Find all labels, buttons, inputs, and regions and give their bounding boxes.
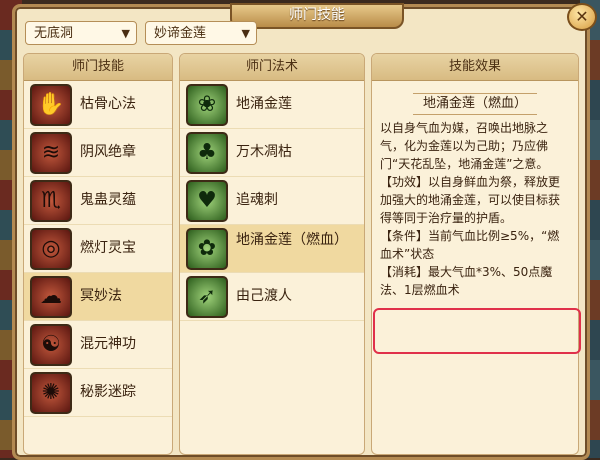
school-dropdown[interactable]: 无底洞 ▼: [25, 21, 137, 45]
lotus-flame-icon: ✿: [186, 228, 228, 270]
effect-paragraph-function: 【功效】以自身鲜血为祭，释放更加强大的地涌金莲，可以使目标获得等同于治疗量的护盾…: [380, 175, 561, 225]
spells-panel: 师门法术 ❀ 地涌金莲 ♣ 万木凋枯 ♥ 追魂刺 ✿ 地涌金莲（燃血） ➶ 由己…: [179, 53, 365, 455]
spell-item[interactable]: ♥ 追魂刺: [180, 177, 364, 225]
spells-header: 师门法术: [180, 54, 364, 81]
effect-skill-name: 地涌金莲（燃血）: [380, 93, 570, 115]
skill-tree-dropdown-value: 妙谛金莲: [154, 26, 207, 41]
cost-highlight-box: [373, 308, 581, 354]
cloud-icon: ☁: [30, 276, 72, 318]
effect-header: 技能效果: [372, 54, 578, 81]
spell-label: 追魂刺: [236, 192, 278, 208]
school-skill-item-selected[interactable]: ☁ 冥妙法: [24, 273, 172, 321]
close-button[interactable]: ✕: [567, 3, 597, 31]
feather-icon: ➶: [186, 276, 228, 318]
school-skill-item[interactable]: ◎ 燃灯灵宝: [24, 225, 172, 273]
school-skill-item[interactable]: ☯ 混元神功: [24, 321, 172, 369]
wind-scroll-icon: ≋: [30, 132, 72, 174]
school-skill-label: 冥妙法: [80, 288, 122, 304]
skill-window: 师门技能 ✕ 无底洞 ▼ 妙谛金莲 ▼ 师门技能 ✋ 枯骨心法 ≋ 阴风绝章 ♏…: [12, 3, 597, 460]
close-icon: ✕: [575, 7, 589, 26]
spell-item-selected[interactable]: ✿ 地涌金莲（燃血）: [180, 225, 364, 273]
dragon-icon: ☯: [30, 324, 72, 366]
spell-item[interactable]: ♣ 万木凋枯: [180, 129, 364, 177]
school-skill-label: 枯骨心法: [80, 96, 136, 112]
school-dropdown-value: 无底洞: [34, 26, 74, 41]
heart-arrow-icon: ♥: [186, 180, 228, 222]
spell-item[interactable]: ➶ 由己渡人: [180, 273, 364, 321]
lantern-icon: ◎: [30, 228, 72, 270]
scorpion-icon: ♏: [30, 180, 72, 222]
school-skill-label: 鬼蛊灵蕴: [80, 192, 136, 208]
tree-icon: ♣: [186, 132, 228, 174]
spell-item[interactable]: ❀ 地涌金莲: [180, 81, 364, 129]
effect-paragraph-cost: 【消耗】最大气血*3%、50点魔法、1层燃血术: [380, 265, 553, 297]
school-skill-label: 混元神功: [80, 336, 136, 352]
effect-paragraph-intro: 以自身气血为媒，召唤出地脉之气，化为金莲以为己助；乃应佛门“天花乱坠，地涌金莲”…: [380, 121, 549, 171]
school-skills-header: 师门技能: [24, 54, 172, 81]
chevron-down-icon: ▼: [241, 27, 250, 40]
spell-label: 地涌金莲: [236, 96, 292, 112]
school-skill-item[interactable]: ✺ 秘影迷踪: [24, 369, 172, 417]
school-skill-item[interactable]: ✋ 枯骨心法: [24, 81, 172, 129]
skill-tree-dropdown[interactable]: 妙谛金莲 ▼: [145, 21, 257, 45]
spell-label: 由己渡人: [236, 288, 292, 304]
lotus-icon: ❀: [186, 84, 228, 126]
school-skill-label: 阴风绝章: [80, 144, 136, 160]
skull-hand-icon: ✋: [30, 84, 72, 126]
school-skill-label: 秘影迷踪: [80, 384, 136, 400]
effect-skill-name-text: 地涌金莲（燃血）: [412, 93, 537, 115]
effect-description: 地涌金莲（燃血） 以自身气血为媒，召唤出地脉之气，化为金莲以为己助；乃应佛门“天…: [372, 81, 578, 303]
spell-label: 地涌金莲（燃血）: [236, 232, 348, 248]
effect-paragraph-condition: 【条件】当前气血比例≥5%，“燃血术”状态: [380, 229, 560, 261]
swirl-icon: ✺: [30, 372, 72, 414]
school-skill-label: 燃灯灵宝: [80, 240, 136, 256]
school-skill-item[interactable]: ♏ 鬼蛊灵蕴: [24, 177, 172, 225]
spell-label: 万木凋枯: [236, 144, 292, 160]
school-skills-panel: 师门技能 ✋ 枯骨心法 ≋ 阴风绝章 ♏ 鬼蛊灵蕴 ◎ 燃灯灵宝 ☁ 冥妙法 ☯…: [23, 53, 173, 455]
school-skill-item[interactable]: ≋ 阴风绝章: [24, 129, 172, 177]
chevron-down-icon: ▼: [121, 27, 130, 40]
effect-panel: 技能效果 地涌金莲（燃血） 以自身气血为媒，召唤出地脉之气，化为金莲以为己助；乃…: [371, 53, 579, 455]
